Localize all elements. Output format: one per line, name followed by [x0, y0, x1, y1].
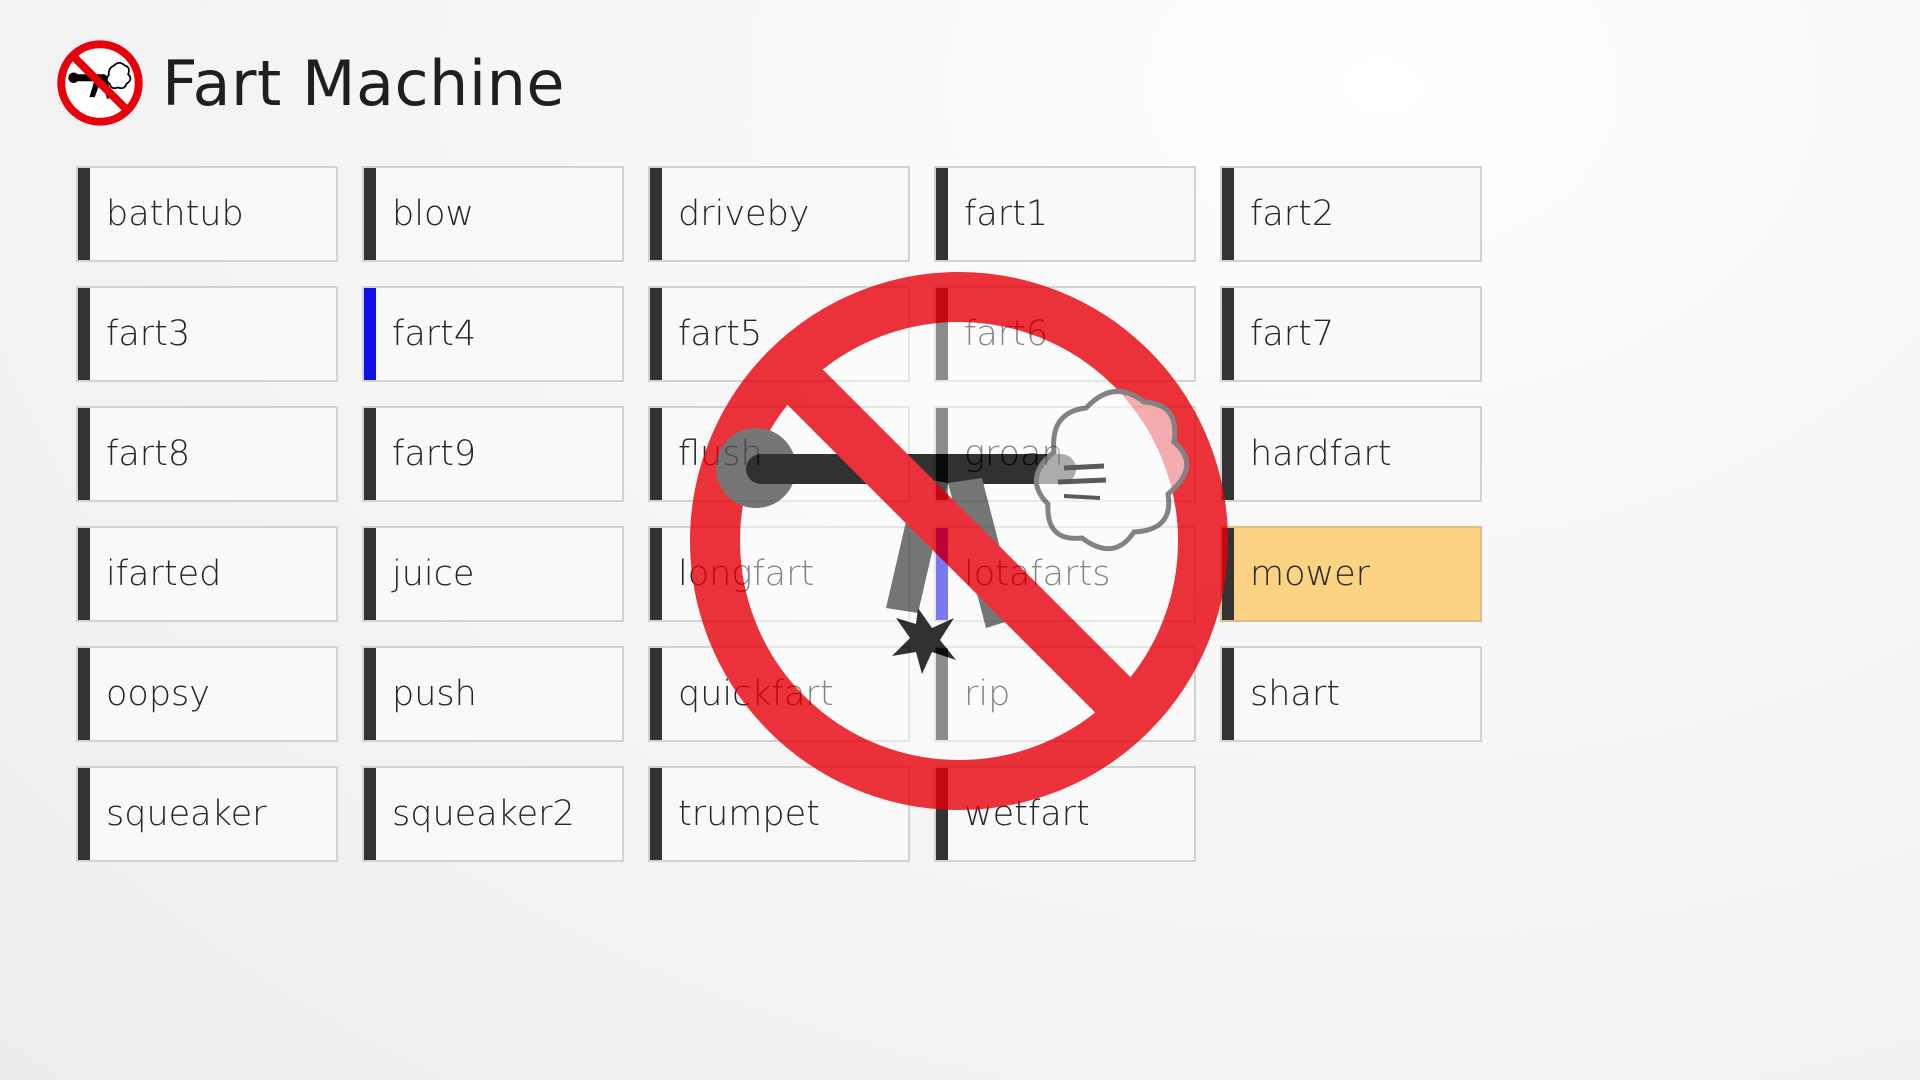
sound-button-label: flush [678, 434, 763, 474]
tile-accent-bar [364, 768, 376, 860]
sound-button-fart5[interactable]: fart5 [648, 286, 910, 382]
sound-button-flush[interactable]: flush [648, 406, 910, 502]
app-header: Fart Machine [56, 38, 565, 128]
playing-indicator-bar [364, 288, 376, 380]
tile-accent-bar [364, 408, 376, 500]
sound-button-label: squeaker [106, 794, 267, 834]
sound-button-bathtub[interactable]: bathtub [76, 166, 338, 262]
sound-grid: bathtub blow driveby fart1 fart2 fart3 fart4 fa… [76, 166, 1482, 862]
tile-accent-bar [1222, 168, 1234, 260]
tile-accent-bar [650, 168, 662, 260]
sound-button-label: longfart [678, 554, 815, 594]
sound-button-label: hardfart [1250, 434, 1392, 474]
tile-accent-bar [78, 288, 90, 380]
tile-accent-bar [78, 768, 90, 860]
sound-button-label: oopsy [106, 674, 210, 714]
tile-accent-bar [650, 408, 662, 500]
sound-button-fart1[interactable]: fart1 [934, 166, 1196, 262]
sound-button-label: quickfart [678, 674, 834, 714]
tile-accent-bar [936, 288, 948, 380]
sound-button-label: fart1 [964, 194, 1049, 234]
sound-button-label: ifarted [106, 554, 222, 594]
tile-accent-bar [364, 168, 376, 260]
no-farting-icon [57, 40, 143, 126]
sound-button-label: push [392, 674, 477, 714]
tile-accent-bar [78, 648, 90, 740]
sound-button-label: fart8 [106, 434, 191, 474]
sound-button-label: lotafarts [964, 554, 1111, 594]
tile-accent-bar [936, 408, 948, 500]
tile-accent-bar [364, 528, 376, 620]
sound-button-fart7[interactable]: fart7 [1220, 286, 1482, 382]
sound-button-squeaker2[interactable]: squeaker2 [362, 766, 624, 862]
sound-button-label: rip [964, 674, 1011, 714]
sound-button-label: squeaker2 [392, 794, 575, 834]
sound-button-lotafarts[interactable]: lotafarts [934, 526, 1196, 622]
sound-button-label: groan [964, 434, 1064, 474]
sound-button-label: driveby [678, 194, 810, 234]
sound-button-label: bathtub [106, 194, 244, 234]
sound-button-longfart[interactable]: longfart [648, 526, 910, 622]
sound-button-label: shart [1250, 674, 1340, 714]
tile-accent-bar [78, 168, 90, 260]
sound-button-wetfart[interactable]: wetfart [934, 766, 1196, 862]
sound-button-fart4[interactable]: fart4 [362, 286, 624, 382]
tile-accent-bar [78, 408, 90, 500]
playing-indicator-bar [936, 528, 948, 620]
sound-button-fart3[interactable]: fart3 [76, 286, 338, 382]
sound-button-label: fart4 [392, 314, 477, 354]
tile-accent-bar [650, 648, 662, 740]
sound-button-groan[interactable]: groan [934, 406, 1196, 502]
sound-button-fart8[interactable]: fart8 [76, 406, 338, 502]
sound-button-hardfart[interactable]: hardfart [1220, 406, 1482, 502]
sound-button-fart6[interactable]: fart6 [934, 286, 1196, 382]
sound-button-ifarted[interactable]: ifarted [76, 526, 338, 622]
tile-accent-bar [1222, 408, 1234, 500]
sound-button-rip[interactable]: rip [934, 646, 1196, 742]
tile-accent-bar [650, 528, 662, 620]
sound-button-label: fart2 [1250, 194, 1335, 234]
sound-button-shart[interactable]: shart [1220, 646, 1482, 742]
tile-accent-bar [936, 648, 948, 740]
tile-accent-bar [650, 288, 662, 380]
sound-button-label: mower [1250, 554, 1371, 594]
tile-accent-bar [1222, 528, 1234, 620]
sound-button-trumpet[interactable]: trumpet [648, 766, 910, 862]
sound-button-push[interactable]: push [362, 646, 624, 742]
sound-button-fart9[interactable]: fart9 [362, 406, 624, 502]
sound-button-squeaker[interactable]: squeaker [76, 766, 338, 862]
sound-button-fart2[interactable]: fart2 [1220, 166, 1482, 262]
tile-accent-bar [936, 168, 948, 260]
sound-button-label: juice [392, 554, 475, 594]
sound-button-mower[interactable]: mower [1220, 526, 1482, 622]
sound-button-label: trumpet [678, 794, 820, 834]
sound-button-label: wetfart [964, 794, 1090, 834]
sound-button-label: fart6 [964, 314, 1049, 354]
sound-button-blow[interactable]: blow [362, 166, 624, 262]
sound-button-juice[interactable]: juice [362, 526, 624, 622]
sound-button-label: fart5 [678, 314, 763, 354]
tile-accent-bar [1222, 648, 1234, 740]
sound-button-label: blow [392, 194, 474, 234]
sound-button-label: fart3 [106, 314, 191, 354]
tile-accent-bar [364, 648, 376, 740]
tile-accent-bar [1222, 288, 1234, 380]
app-title: Fart Machine [162, 46, 566, 120]
sound-button-oopsy[interactable]: oopsy [76, 646, 338, 742]
tile-accent-bar [936, 768, 948, 860]
tile-accent-bar [650, 768, 662, 860]
sound-button-label: fart7 [1250, 314, 1335, 354]
sound-button-quickfart[interactable]: quickfart [648, 646, 910, 742]
sound-button-label: fart9 [392, 434, 477, 474]
sound-button-driveby[interactable]: driveby [648, 166, 910, 262]
tile-accent-bar [78, 528, 90, 620]
